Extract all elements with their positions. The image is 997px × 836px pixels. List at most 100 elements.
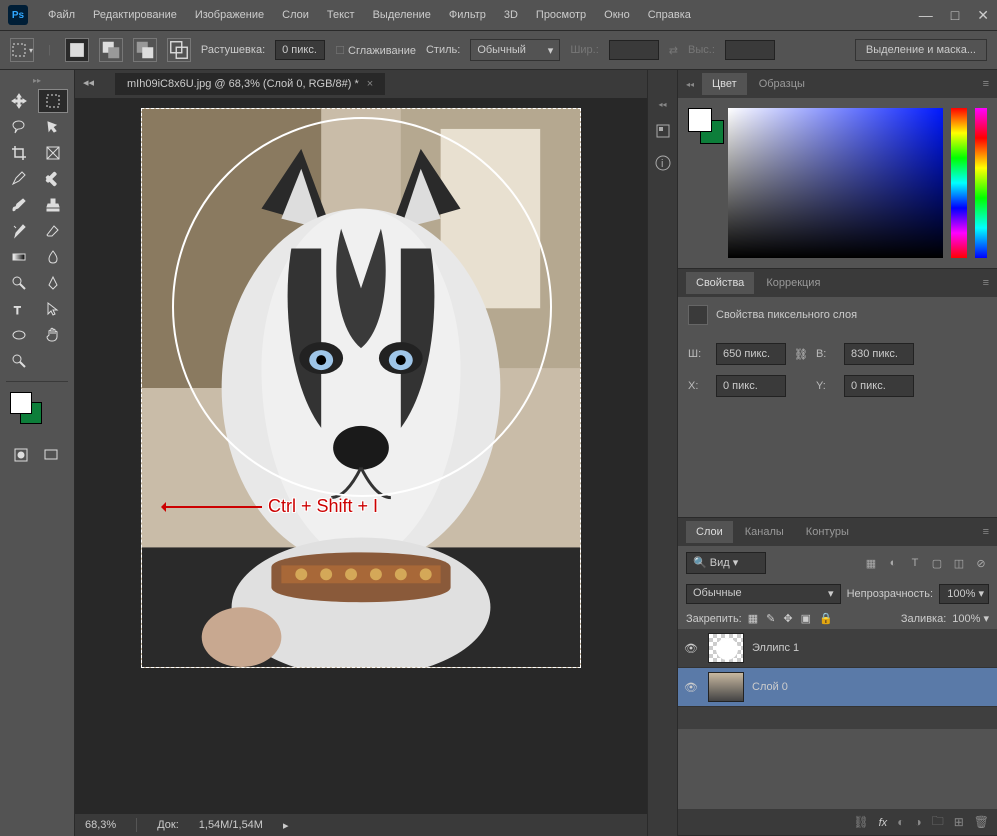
tab-adjustments[interactable]: Коррекция	[756, 272, 830, 294]
layer-fx-icon[interactable]: fx	[879, 815, 888, 829]
status-arrow-icon[interactable]: ▸	[283, 819, 289, 832]
filter-shape-icon[interactable]: ▢	[929, 555, 945, 571]
zoom-tool[interactable]	[4, 349, 34, 373]
tab-channels[interactable]: Каналы	[735, 521, 794, 543]
crop-tool[interactable]	[4, 141, 34, 165]
blur-tool[interactable]	[38, 245, 68, 269]
adjustment-layer-icon[interactable]: ◑	[914, 815, 921, 829]
stamp-tool[interactable]	[38, 193, 68, 217]
path-select-tool[interactable]	[38, 297, 68, 321]
lock-pixels-icon[interactable]: ✎	[766, 612, 775, 625]
layer-mask-icon[interactable]: ◐	[897, 815, 904, 829]
menu-view[interactable]: Просмотр	[528, 5, 594, 25]
layer-thumbnail[interactable]	[708, 672, 744, 702]
quick-select-tool[interactable]	[38, 115, 68, 139]
layer-thumbnail[interactable]	[708, 633, 744, 663]
layer-name[interactable]: Эллипс 1	[752, 642, 799, 654]
color-swatches[interactable]	[10, 392, 42, 424]
blend-mode-select[interactable]: Обычные ▾	[686, 584, 841, 604]
layer-name[interactable]: Слой 0	[752, 681, 788, 693]
foreground-color-swatch[interactable]	[10, 392, 32, 414]
history-panel-icon[interactable]	[653, 121, 673, 141]
minimize-button[interactable]: —	[919, 7, 933, 24]
document-tab[interactable]: mIh09iC8x6U.jpg @ 68,3% (Слой 0, RGB/8#)…	[115, 73, 385, 95]
tab-swatches[interactable]: Образцы	[749, 73, 815, 95]
lock-artboard-icon[interactable]: ▣	[801, 612, 811, 625]
canvas[interactable]: Ctrl + Shift + I	[141, 108, 581, 668]
move-tool[interactable]	[4, 89, 34, 113]
dodge-tool[interactable]	[4, 271, 34, 295]
visibility-toggle-icon[interactable]: 👁	[684, 681, 700, 694]
layer-row[interactable]: 👁 Слой 0	[678, 668, 997, 707]
tab-paths[interactable]: Контуры	[796, 521, 859, 543]
type-tool[interactable]: T	[4, 297, 34, 321]
close-tab-icon[interactable]: ×	[367, 78, 373, 90]
info-panel-icon[interactable]: i	[653, 153, 673, 173]
eyedropper-tool[interactable]	[4, 167, 34, 191]
add-selection-icon[interactable]	[99, 38, 123, 62]
tab-color[interactable]: Цвет	[702, 73, 747, 95]
filter-type-icon[interactable]: T	[907, 555, 923, 571]
new-selection-icon[interactable]	[65, 38, 89, 62]
link-layers-icon[interactable]: ⛓	[853, 815, 868, 829]
hand-tool[interactable]	[38, 323, 68, 347]
close-button[interactable]: ✕	[977, 7, 989, 24]
delete-layer-icon[interactable]: 🗑	[974, 815, 989, 829]
menu-3d[interactable]: 3D	[496, 5, 526, 25]
filter-pixel-icon[interactable]: ▦	[863, 555, 879, 571]
y-input[interactable]	[844, 375, 914, 397]
collapse-icon[interactable]: ◂◂	[83, 76, 94, 89]
panel-menu-icon[interactable]: ≡	[983, 277, 989, 289]
menu-type[interactable]: Текст	[319, 5, 363, 25]
opacity-input[interactable]: 100% ▾	[939, 584, 989, 604]
menu-filter[interactable]: Фильтр	[441, 5, 494, 25]
menu-help[interactable]: Справка	[640, 5, 699, 25]
zoom-level[interactable]: 68,3%	[85, 819, 116, 831]
menu-edit[interactable]: Редактирование	[85, 5, 185, 25]
color-field[interactable]	[728, 108, 943, 258]
height-input[interactable]	[844, 343, 914, 365]
history-brush-tool[interactable]	[4, 219, 34, 243]
filter-adjust-icon[interactable]: ◐	[885, 555, 901, 571]
shape-tool[interactable]	[4, 323, 34, 347]
tab-layers[interactable]: Слои	[686, 521, 733, 543]
menu-select[interactable]: Выделение	[365, 5, 439, 25]
healing-tool[interactable]	[38, 167, 68, 191]
gradient-tool[interactable]	[4, 245, 34, 269]
subtract-selection-icon[interactable]	[133, 38, 157, 62]
lock-position-icon[interactable]: ✥	[783, 612, 792, 625]
x-input[interactable]	[716, 375, 786, 397]
intersect-selection-icon[interactable]	[167, 38, 191, 62]
select-and-mask-button[interactable]: Выделение и маска...	[855, 39, 987, 61]
visibility-toggle-icon[interactable]: 👁	[684, 642, 700, 655]
active-tool-icon[interactable]: ▾	[10, 38, 34, 62]
menu-window[interactable]: Окно	[596, 5, 638, 25]
new-layer-icon[interactable]: ⊞	[954, 815, 964, 829]
menu-file[interactable]: Файл	[40, 5, 83, 25]
frame-tool[interactable]	[38, 141, 68, 165]
quick-mask-icon[interactable]	[8, 444, 34, 466]
marquee-tool[interactable]	[38, 89, 68, 113]
hue-slider[interactable]	[951, 108, 967, 258]
feather-input[interactable]: 0 пикс.	[275, 40, 325, 60]
panel-color-swatches[interactable]	[688, 108, 720, 140]
layer-filter-select[interactable]: 🔍 Вид ▾	[686, 552, 766, 574]
pen-tool[interactable]	[38, 271, 68, 295]
canvas-viewport[interactable]: Ctrl + Shift + I	[75, 98, 647, 814]
menu-image[interactable]: Изображение	[187, 5, 272, 25]
style-select[interactable]: Обычный▾	[470, 39, 560, 61]
screen-mode-icon[interactable]	[38, 444, 64, 466]
layer-row[interactable]: 👁 Эллипс 1	[678, 629, 997, 668]
panel-menu-icon[interactable]: ≡	[983, 78, 989, 90]
lasso-tool[interactable]	[4, 115, 34, 139]
brush-tool[interactable]	[4, 193, 34, 217]
fill-input[interactable]: 100% ▾	[952, 612, 989, 625]
lock-transparent-icon[interactable]: ▦	[748, 612, 758, 625]
panel-fg-swatch[interactable]	[688, 108, 712, 132]
eraser-tool[interactable]	[38, 219, 68, 243]
panel-menu-icon[interactable]: ≡	[983, 526, 989, 538]
width-input[interactable]	[716, 343, 786, 365]
link-wh-icon[interactable]: ⛓	[794, 348, 808, 361]
tab-properties[interactable]: Свойства	[686, 272, 754, 294]
menu-layer[interactable]: Слои	[274, 5, 317, 25]
